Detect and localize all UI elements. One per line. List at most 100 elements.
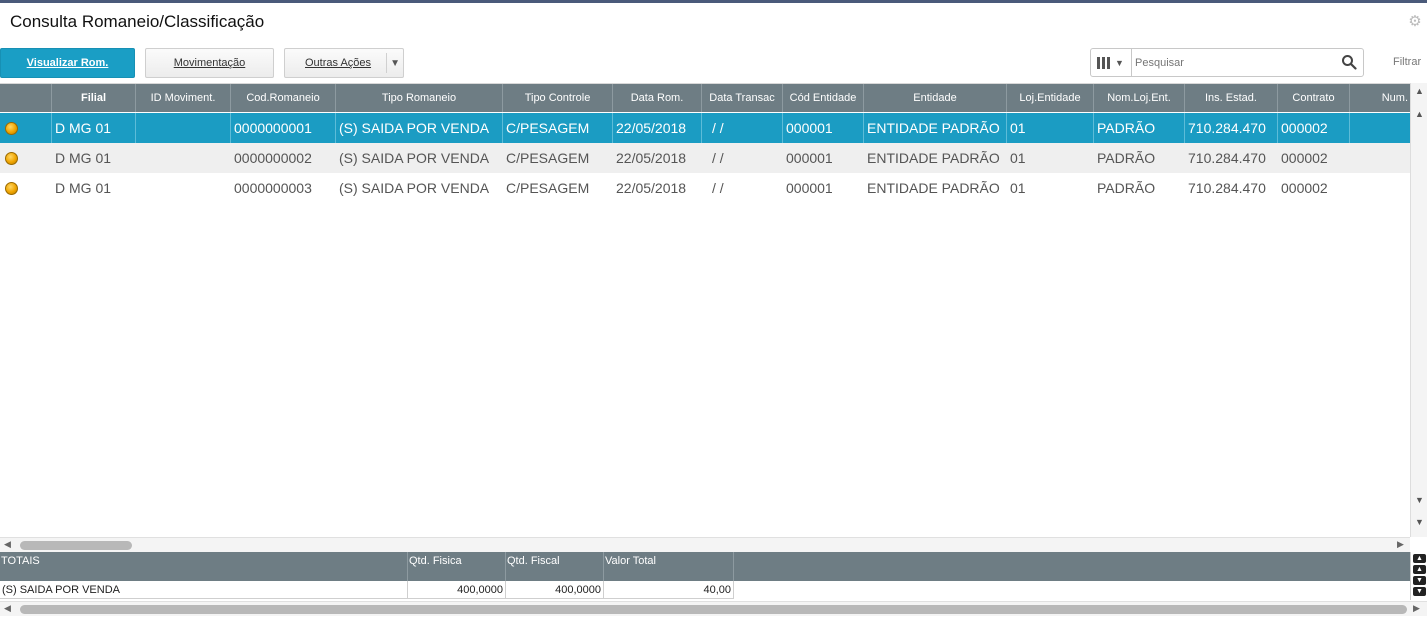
cell-entidade: ENTIDADE PADRÃO — [867, 180, 1000, 196]
col-header-data-rom[interactable]: Data Rom. — [613, 84, 702, 112]
yellow-status-icon — [5, 181, 18, 195]
cell-entidade: ENTIDADE PADRÃO — [864, 113, 1007, 143]
romaneio-grid: Filial ID Moviment. Cod.Romaneio Tipo Ro… — [0, 83, 1410, 537]
scroll-left-icon[interactable]: ◀ — [4, 539, 11, 550]
scroll-right-icon[interactable]: ▶ — [1413, 603, 1420, 614]
col-header-num[interactable]: Num. — [1350, 84, 1410, 112]
scroll-right-icon[interactable]: ▶ — [1397, 539, 1404, 550]
grid-header: Filial ID Moviment. Cod.Romaneio Tipo Ro… — [0, 84, 1410, 112]
cell-nom-loj-ent: PADRÃO — [1094, 113, 1185, 143]
filter-link[interactable]: Filtrar — [1393, 56, 1421, 68]
cell-cod-romaneio: 0000000002 — [234, 150, 312, 166]
cell-ins-estad: 710.284.470 — [1188, 150, 1266, 166]
scroll-top-icon[interactable]: ▲ — [1413, 554, 1426, 563]
search-box: ▼ — [1090, 48, 1364, 77]
cell-nom-loj-ent: PADRÃO — [1097, 150, 1156, 166]
totals-row-label: (S) SAIDA POR VENDA — [0, 581, 408, 599]
col-header-status[interactable] — [0, 84, 52, 112]
col-header-tipo-romaneio[interactable]: Tipo Romaneio — [336, 84, 503, 112]
col-header-ins-estad[interactable]: Ins. Estad. — [1185, 84, 1278, 112]
outras-acoes-button[interactable]: Outras Ações ▼ — [284, 48, 404, 78]
scroll-bottom-icon[interactable]: ▼ — [1413, 587, 1426, 596]
cell-data-rom: 22/05/2018 — [613, 113, 702, 143]
cell-data-transac: / / — [702, 113, 783, 143]
cell-tipo-romaneio: (S) SAIDA POR VENDA — [336, 113, 503, 143]
totals-row-qtd-fiscal: 400,0000 — [506, 581, 604, 599]
cell-cod-entidade: 000001 — [783, 113, 864, 143]
totals-row-valor-total: 40,00 — [604, 581, 734, 599]
cell-id-moviment — [136, 113, 231, 143]
scroll-up-icon[interactable]: ▲ — [1413, 565, 1426, 574]
cell-contrato: 000002 — [1278, 113, 1350, 143]
caret-down-icon[interactable]: ▼ — [390, 58, 400, 69]
scroll-page-down-icon[interactable]: ▼ — [1413, 493, 1426, 507]
col-header-data-transac[interactable]: Data Transac — [702, 84, 783, 112]
totals-header-filler — [734, 552, 1410, 581]
columns-icon — [1097, 56, 1110, 69]
scroll-down-icon[interactable]: ▼ — [1413, 576, 1426, 585]
cell-loj-entidade: 01 — [1010, 150, 1026, 166]
col-header-cod-entidade[interactable]: Cód Entidade — [783, 84, 864, 112]
col-header-cod-romaneio[interactable]: Cod.Romaneio — [231, 84, 336, 112]
cell-tipo-controle: C/PESAGEM — [503, 113, 613, 143]
cell-data-rom: 22/05/2018 — [616, 150, 687, 166]
top-accent-line — [0, 0, 1427, 3]
grid-horizontal-scrollbar[interactable]: ◀ ▶ — [0, 537, 1410, 552]
cell-tipo-romaneio: (S) SAIDA POR VENDA — [339, 150, 490, 166]
movimentacao-button[interactable]: Movimentação — [145, 48, 274, 78]
table-row[interactable]: D MG 01 0000000003 (S) SAIDA POR VENDA C… — [0, 173, 1410, 203]
col-header-tipo-controle[interactable]: Tipo Controle — [503, 84, 613, 112]
scroll-top-icon[interactable]: ▲ — [1413, 84, 1426, 98]
totals-vertical-scrollbar[interactable]: ▲ ▲ ▼ ▼ — [1410, 552, 1427, 600]
cell-cod-romaneio: 0000000001 — [231, 113, 336, 143]
table-row[interactable]: D MG 01 0000000002 (S) SAIDA POR VENDA C… — [0, 143, 1410, 173]
scroll-down-icon[interactable]: ▼ — [1413, 515, 1426, 529]
cell-cod-entidade: 000001 — [786, 180, 833, 196]
totals-grid: TOTAIS Qtd. Fisica Qtd. Fiscal Valor Tot… — [0, 552, 1410, 600]
scroll-thumb[interactable] — [20, 541, 132, 550]
gear-icon[interactable]: ⚙ — [1407, 14, 1423, 30]
totals-row-qtd-fisica: 400,0000 — [408, 581, 506, 599]
chevron-down-icon: ▼ — [1115, 57, 1124, 68]
cell-loj-entidade: 01 — [1007, 113, 1094, 143]
scroll-thumb[interactable] — [20, 605, 1407, 614]
search-icon[interactable] — [1341, 54, 1357, 70]
scroll-left-icon[interactable]: ◀ — [4, 603, 11, 614]
status-cell — [0, 113, 52, 143]
search-input[interactable] — [1135, 53, 1325, 72]
cell-num — [1350, 173, 1410, 203]
cell-nom-loj-ent: PADRÃO — [1097, 180, 1156, 196]
cell-ins-estad: 710.284.470 — [1188, 180, 1266, 196]
scroll-up-icon[interactable]: ▲ — [1413, 107, 1426, 121]
columns-config-button[interactable]: ▼ — [1091, 49, 1132, 76]
status-cell — [0, 143, 52, 173]
grid-vertical-scrollbar[interactable]: ▲ ▲ ▼ ▼ — [1410, 83, 1427, 537]
col-header-entidade[interactable]: Entidade — [864, 84, 1007, 112]
col-header-nom-loj-ent[interactable]: Nom.Loj.Ent. — [1094, 84, 1185, 112]
totals-horizontal-scrollbar[interactable]: ◀ ▶ — [0, 601, 1427, 616]
cell-data-transac: / / — [712, 180, 724, 196]
cell-tipo-controle: C/PESAGEM — [506, 180, 590, 196]
cell-id-moviment — [136, 143, 231, 173]
cell-contrato: 000002 — [1281, 150, 1328, 166]
visualizar-rom-label: Visualizar Rom. — [26, 57, 109, 69]
table-row[interactable]: D MG 01 0000000001 (S) SAIDA POR VENDA C… — [0, 113, 1410, 143]
outras-acoes-label: Outras Ações — [305, 57, 372, 69]
totals-header-qtd-fiscal: Qtd. Fiscal — [506, 552, 604, 581]
totals-header-label: TOTAIS — [0, 552, 408, 581]
col-header-filial[interactable]: Filial — [52, 84, 136, 112]
cell-data-rom: 22/05/2018 — [616, 180, 687, 196]
cell-tipo-romaneio: (S) SAIDA POR VENDA — [339, 180, 490, 196]
col-header-loj-entidade[interactable]: Loj.Entidade — [1007, 84, 1094, 112]
cell-num — [1350, 113, 1410, 143]
movimentacao-label: Movimentação — [173, 57, 246, 69]
visualizar-rom-button[interactable]: Visualizar Rom. — [0, 48, 135, 78]
col-header-id-moviment[interactable]: ID Moviment. — [136, 84, 231, 112]
cell-filial: D MG 01 — [55, 180, 112, 196]
cell-id-moviment — [136, 173, 231, 203]
page-title: Consulta Romaneio/Classificação — [10, 12, 265, 31]
cell-ins-estad: 710.284.470 — [1185, 113, 1278, 143]
cell-data-transac: / / — [712, 150, 724, 166]
cell-contrato: 000002 — [1281, 180, 1328, 196]
col-header-contrato[interactable]: Contrato — [1278, 84, 1350, 112]
